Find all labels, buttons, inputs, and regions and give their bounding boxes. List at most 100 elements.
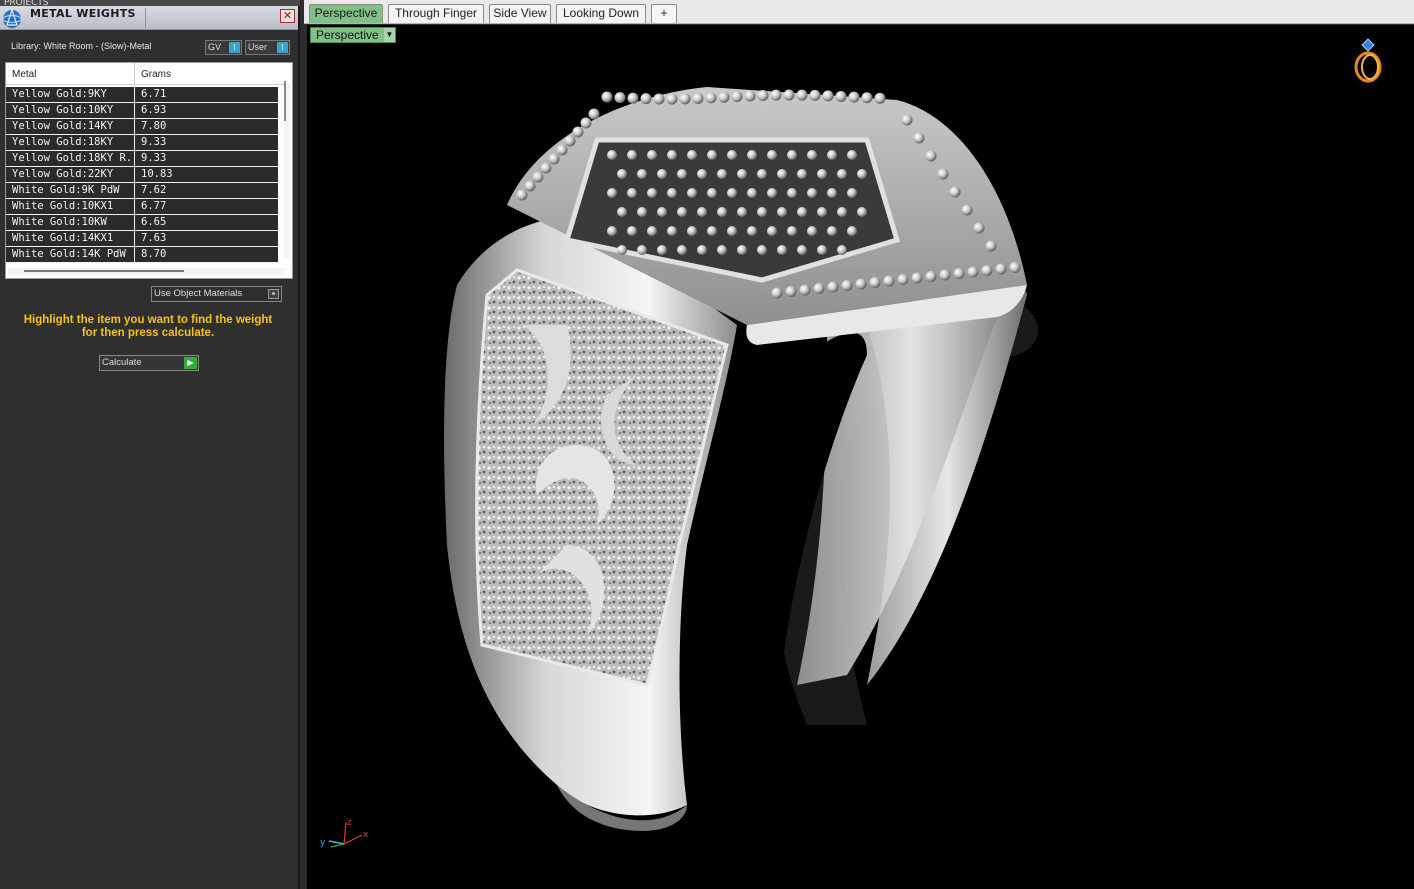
instruction-text: Highlight the item you want to find the …: [8, 314, 288, 340]
grams-cell: 7.63: [141, 232, 167, 244]
bead: [687, 188, 697, 198]
column-divider[interactable]: [134, 63, 135, 85]
calculate-button[interactable]: Calculate ▶: [99, 355, 199, 371]
column-header-grams[interactable]: Grams: [141, 69, 171, 80]
bead: [697, 169, 707, 179]
metal-weights-table: Metal Grams Yellow Gold:9KY 6.71 Yellow G…: [5, 62, 293, 279]
bead: [564, 135, 576, 147]
app-logo-icon: [2, 8, 22, 28]
bead: [657, 245, 667, 255]
bead: [653, 93, 665, 105]
bead: [627, 226, 637, 236]
bead: [637, 169, 647, 179]
close-button[interactable]: ✕: [280, 9, 295, 23]
instruction-line-1: Highlight the item you want to find the …: [23, 314, 273, 326]
grams-cell: 6.77: [141, 200, 167, 212]
table-row[interactable]: Yellow Gold:22KY 10.83: [6, 167, 278, 183]
bead: [692, 92, 704, 104]
grams-cell: 7.62: [141, 184, 167, 196]
library-label: Library: White Room - (Slow)-Metal: [11, 41, 152, 51]
column-header-metal[interactable]: Metal: [12, 69, 36, 80]
use-object-materials-toggle[interactable]: Use Object Materials: [151, 286, 282, 302]
metal-cell: Yellow Gold:14KY: [12, 120, 114, 132]
ring-gem-icon[interactable]: [1350, 35, 1386, 85]
bead: [973, 222, 985, 234]
metal-weights-panel: PROJECTS METAL WEIGHTS ✕ Library: White …: [0, 0, 300, 889]
grams-cell: 9.33: [141, 152, 167, 164]
tab-looking-down[interactable]: Looking Down: [556, 4, 646, 23]
table-body: Yellow Gold:9KY 6.71 Yellow Gold:10KY 6.93…: [6, 87, 278, 263]
bead: [679, 93, 691, 105]
bead: [855, 278, 867, 290]
ring-model[interactable]: [307, 25, 1414, 889]
bead: [861, 92, 873, 104]
bead: [874, 92, 886, 104]
bead: [837, 169, 847, 179]
table-row[interactable]: Yellow Gold:9KY 6.71: [6, 87, 278, 103]
bead: [705, 92, 717, 104]
table-row[interactable]: Yellow Gold:14KY 7.80: [6, 119, 278, 135]
view-selector-dropdown[interactable]: Perspective ▼: [310, 27, 396, 43]
grams-cell: 6.65: [141, 216, 167, 228]
bead: [640, 93, 652, 105]
metal-cell: Yellow Gold:10KY: [12, 104, 114, 116]
bead: [717, 169, 727, 179]
bead: [797, 207, 807, 217]
radio-icon: [268, 289, 279, 299]
tab-perspective[interactable]: Perspective: [309, 4, 383, 23]
bead: [841, 280, 853, 291]
bead: [524, 180, 536, 192]
table-row[interactable]: White Gold:10KX1 6.77: [6, 199, 278, 215]
bead: [647, 150, 657, 160]
bead: [556, 144, 568, 156]
bead: [961, 204, 973, 216]
bead: [677, 169, 687, 179]
bead: [731, 91, 743, 103]
table-row[interactable]: Yellow Gold:18KY R... 9.33: [6, 151, 278, 167]
bead: [822, 90, 834, 102]
bead: [677, 245, 687, 255]
bead: [925, 271, 937, 282]
bead: [777, 169, 787, 179]
table-row[interactable]: White Gold:14KX1 7.63: [6, 231, 278, 247]
table-row[interactable]: White Gold:14K PdW 8.70: [6, 247, 278, 263]
axis-y-label: y: [320, 838, 326, 848]
bead: [727, 226, 737, 236]
3d-viewport[interactable]: Perspective ▼ z x y: [307, 25, 1414, 889]
tab-side-view[interactable]: Side View: [489, 4, 551, 23]
table-row[interactable]: White Gold:10KW 6.65: [6, 215, 278, 231]
app-window: PROJECTS METAL WEIGHTS ✕ Library: White …: [0, 0, 1414, 889]
gv-label: GV: [208, 42, 222, 52]
bead: [937, 168, 949, 180]
axis-x-label: x: [363, 830, 369, 840]
bead: [967, 266, 979, 278]
bead: [847, 226, 857, 236]
add-tab-button[interactable]: +: [651, 4, 677, 23]
bead: [718, 91, 730, 103]
horizontal-scroll-thumb[interactable]: [24, 270, 184, 272]
gv-toggle[interactable]: GV I: [205, 40, 242, 55]
tab-through-finger[interactable]: Through Finger: [388, 4, 484, 23]
table-row[interactable]: White Gold:9K PdW 7.62: [6, 183, 278, 199]
table-header: Metal Grams: [6, 63, 284, 85]
metal-cell: Yellow Gold:9KY: [12, 88, 107, 100]
vertical-scroll-thumb[interactable]: [284, 81, 286, 121]
bead: [627, 150, 637, 160]
bead: [939, 269, 951, 281]
chevron-down-icon: ▼: [384, 28, 395, 42]
grams-cell: 6.93: [141, 104, 167, 116]
instruction-line-2: for then press calculate.: [81, 327, 215, 339]
bead: [614, 92, 626, 104]
bead: [666, 93, 678, 105]
user-toggle[interactable]: User I: [245, 40, 290, 55]
bead: [607, 188, 617, 198]
bead: [747, 226, 757, 236]
bead: [516, 189, 528, 201]
bead: [807, 188, 817, 198]
bead: [747, 150, 757, 160]
bead: [767, 188, 777, 198]
bead: [807, 150, 817, 160]
table-row[interactable]: Yellow Gold:18KY 9.33: [6, 135, 278, 151]
table-row[interactable]: Yellow Gold:10KY 6.93: [6, 103, 278, 119]
metal-cell: White Gold:9K PdW: [12, 184, 120, 196]
